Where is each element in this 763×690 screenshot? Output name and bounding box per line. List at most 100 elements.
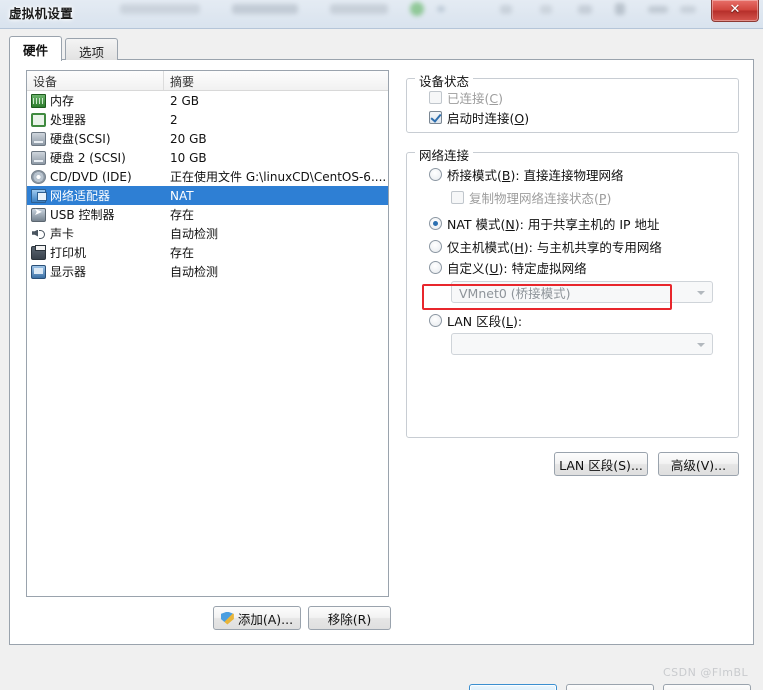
printer-icon (31, 244, 46, 260)
device-list[interactable]: 设备 摘要 内存 2 GB 处理器 2 硬盘(SCSI) 20 GB 硬盘 2 … (26, 70, 389, 597)
network-connection-legend: 网络连接 (415, 145, 474, 164)
table-row[interactable]: 内存 2 GB (27, 91, 388, 110)
network-adapter-icon (31, 188, 47, 203)
hardware-tab-page: 设备 摘要 内存 2 GB 处理器 2 硬盘(SCSI) 20 GB 硬盘 2 … (9, 59, 754, 645)
remove-device-button[interactable]: 移除(R) (308, 606, 391, 630)
table-row[interactable]: 硬盘(SCSI) 20 GB (27, 129, 388, 148)
connected-checkbox-row[interactable]: 已连接(C) (429, 88, 503, 107)
device-name: 硬盘 2 (SCSI) (50, 151, 126, 165)
device-summary: 自动检测 (170, 227, 219, 241)
processor-icon (31, 112, 46, 127)
device-summary: 正在使用文件 G:\linuxCD\CentOS-6.... (170, 170, 387, 184)
nat-mode-label: NAT 模式( (447, 217, 506, 232)
table-row[interactable]: 显示器 自动检测 (27, 262, 388, 281)
connect-at-poweron-checkbox[interactable] (429, 111, 442, 124)
background-blur-10 (680, 6, 696, 13)
lan-segment-label-post: ): (512, 314, 523, 329)
close-icon: ✕ (729, 2, 741, 17)
host-only-mode-accel: H (514, 240, 524, 255)
harddisk-icon (31, 131, 46, 146)
bridged-mode-label-post: ): 直接连接物理网络 (510, 168, 624, 183)
cddvd-icon (31, 169, 46, 184)
host-only-mode-label-post: ): 与主机共享的专用网络 (523, 240, 662, 255)
device-name: 显示器 (50, 265, 87, 279)
help-button[interactable]: 帮助 (663, 684, 751, 690)
host-only-mode-radio[interactable] (429, 240, 442, 253)
lan-segment-radio[interactable] (429, 314, 442, 327)
device-summary: 2 GB (170, 93, 199, 108)
replicate-physical-state-checkbox-row[interactable]: 复制物理网络连接状态(P) (451, 188, 611, 207)
lan-segments-button[interactable]: LAN 区段(S)... (554, 452, 648, 476)
device-name: 处理器 (50, 113, 87, 127)
background-blur-5 (500, 5, 512, 14)
replicate-physical-state-checkbox[interactable] (451, 191, 464, 204)
nat-mode-radio-row[interactable]: NAT 模式(N): 用于共享主机的 IP 地址 (429, 214, 660, 233)
device-summary: 自动检测 (170, 265, 219, 279)
background-blur-7 (578, 5, 592, 14)
table-row[interactable]: 声卡 自动检测 (27, 224, 388, 243)
tab-strip: 硬件 选项 (9, 36, 754, 61)
shield-icon (220, 611, 234, 625)
host-only-mode-radio-row[interactable]: 仅主机模式(H): 与主机共享的专用网络 (429, 237, 662, 256)
tab-hardware[interactable]: 硬件 (9, 36, 63, 61)
column-header-summary[interactable]: 摘要 (164, 71, 388, 90)
lan-segment-accel: L (506, 314, 513, 329)
remove-device-label: 移除(R) (327, 611, 372, 627)
close-button[interactable]: ✕ (711, 0, 759, 22)
device-name: 内存 (50, 94, 75, 108)
connected-label-post: ) (498, 91, 504, 106)
device-name: 打印机 (50, 246, 87, 260)
background-blur-8 (615, 3, 625, 15)
lan-segments-label: LAN 区段(S)... (559, 457, 643, 473)
background-blur-9 (648, 6, 668, 13)
device-summary: 10 GB (170, 150, 207, 165)
connect-at-poweron-accel: O (514, 111, 525, 126)
sound-card-icon (31, 227, 46, 241)
background-blur-3 (330, 4, 388, 14)
table-row[interactable]: 硬盘 2 (SCSI) 10 GB (27, 148, 388, 167)
device-name: USB 控制器 (50, 208, 115, 222)
bridged-mode-radio[interactable] (429, 168, 442, 181)
title-bar (0, 0, 763, 28)
add-device-button[interactable]: 添加(A)... (213, 606, 301, 630)
custom-mode-radio-row[interactable]: 自定义(U): 特定虚拟网络 (429, 258, 587, 277)
window-title: 虚拟机设置 (9, 6, 74, 21)
background-blur-4 (437, 6, 445, 12)
connect-at-poweron-checkbox-row[interactable]: 启动时连接(O) (429, 108, 529, 127)
custom-network-value: VMnet0 (桥接模式) (459, 285, 571, 301)
ok-button[interactable]: 确定 (469, 684, 557, 690)
device-name: 网络适配器 (50, 189, 111, 203)
custom-mode-radio[interactable] (429, 261, 442, 274)
device-list-header: 设备 摘要 (27, 71, 388, 91)
connected-checkbox[interactable] (429, 91, 442, 104)
table-row[interactable]: USB 控制器 存在 (27, 205, 388, 224)
lan-segment-label: LAN 区段( (447, 314, 507, 329)
column-header-device[interactable]: 设备 (27, 71, 164, 90)
advanced-button[interactable]: 高级(V)... (658, 452, 739, 476)
background-blur-6 (540, 5, 552, 14)
cancel-button[interactable]: 取消 (566, 684, 654, 690)
custom-network-select[interactable]: VMnet0 (桥接模式) (451, 281, 713, 303)
table-row-network-adapter[interactable]: 网络适配器 NAT (27, 186, 388, 205)
device-status-group: 设备状态 已连接(C) 启动时连接(O) (406, 71, 739, 133)
connect-at-poweron-label-post: ) (524, 111, 530, 126)
nat-mode-radio[interactable] (429, 217, 442, 230)
advanced-label: 高级(V)... (670, 457, 727, 473)
background-blur-2 (232, 4, 298, 14)
custom-mode-label: 自定义( (447, 261, 490, 276)
bridged-mode-radio-row[interactable]: 桥接模式(B): 直接连接物理网络 (429, 165, 624, 184)
background-blur-1 (120, 4, 200, 14)
replicate-physical-state-label-post: ) (606, 191, 612, 206)
table-row[interactable]: 处理器 2 (27, 110, 388, 129)
device-summary: 存在 (170, 246, 195, 260)
lan-segment-select[interactable] (451, 333, 713, 355)
host-only-mode-label: 仅主机模式( (447, 240, 515, 255)
device-summary: NAT (170, 188, 194, 203)
chevron-down-icon (697, 291, 705, 295)
tab-options[interactable]: 选项 (65, 38, 119, 60)
usb-controller-icon (31, 207, 46, 222)
chevron-down-icon (697, 343, 705, 347)
table-row[interactable]: 打印机 存在 (27, 243, 388, 262)
lan-segment-radio-row[interactable]: LAN 区段(L): (429, 311, 522, 330)
table-row[interactable]: CD/DVD (IDE) 正在使用文件 G:\linuxCD\CentOS-6.… (27, 167, 388, 186)
